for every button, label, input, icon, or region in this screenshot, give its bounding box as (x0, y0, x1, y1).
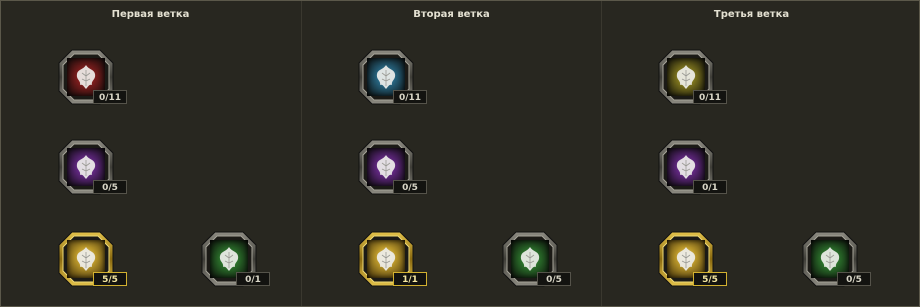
skill-slot-red[interactable]: 0/11 (58, 49, 127, 105)
skill-level-badge: 0/1 (236, 272, 270, 286)
branch-column-3: Третья ветка 0/11 0/1 5/5 0/5 (601, 1, 901, 306)
skill-level-badge: 5/5 (93, 272, 127, 286)
skill-level-badge: 0/5 (93, 180, 127, 194)
branch-column-1: Первая ветка 0/11 0/5 5/5 0/1 (1, 1, 300, 306)
branch-title: Первая ветка (111, 9, 190, 20)
skill-level-badge: 0/1 (693, 180, 727, 194)
skill-tree-panel: Первая ветка 0/11 0/5 5/5 0/1 Вторая вет… (0, 0, 920, 307)
skill-level-badge: 0/11 (93, 90, 127, 104)
skill-slot-yellow[interactable]: 0/11 (658, 49, 727, 105)
skill-slot-blue[interactable]: 0/11 (358, 49, 427, 105)
skill-level-badge: 1/1 (393, 272, 427, 286)
branch-column-2: Вторая ветка 0/11 0/5 1/1 0/5 (301, 1, 601, 306)
branch-title: Третья ветка (713, 9, 790, 20)
branch-title: Вторая ветка (413, 9, 490, 20)
skill-level-badge: 0/5 (393, 180, 427, 194)
skill-slot-green[interactable]: 0/5 (802, 231, 871, 287)
skill-level-badge: 0/5 (837, 272, 871, 286)
skill-level-badge: 5/5 (693, 272, 727, 286)
skill-slot-gold[interactable]: 5/5 (658, 231, 727, 287)
skill-slot-purple[interactable]: 0/5 (358, 139, 427, 195)
skill-level-badge: 0/11 (693, 90, 727, 104)
skill-level-badge: 0/5 (537, 272, 571, 286)
skill-slot-green[interactable]: 0/5 (502, 231, 571, 287)
skill-slot-purple[interactable]: 0/5 (58, 139, 127, 195)
skill-slot-gold[interactable]: 1/1 (358, 231, 427, 287)
skill-slot-purple[interactable]: 0/1 (658, 139, 727, 195)
skill-slot-green[interactable]: 0/1 (201, 231, 270, 287)
skill-slot-gold[interactable]: 5/5 (58, 231, 127, 287)
skill-level-badge: 0/11 (393, 90, 427, 104)
